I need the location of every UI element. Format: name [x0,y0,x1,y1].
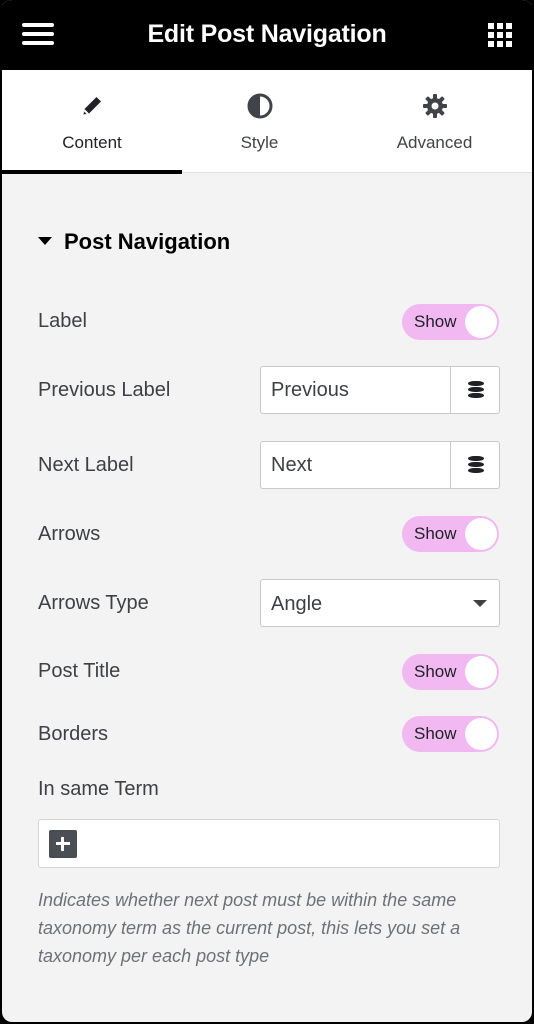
next-label-input[interactable] [261,442,451,488]
toggle-text: Show [414,312,457,331]
tab-content[interactable]: Content [2,70,182,174]
active-tab-indicator [2,170,182,174]
control-label-in-same-term: In same Term [38,778,159,800]
control-label-arrows: Arrows [38,523,101,545]
help-text: Indicates whether next post must be with… [38,890,461,966]
toggle-knob [465,518,497,550]
control-label-arrows-type: Arrows Type [38,592,149,614]
control-label-next-label: Next Label [38,454,134,476]
toggle-knob [465,718,497,750]
tab-style[interactable]: Style [182,70,337,173]
database-icon [468,456,484,474]
post-title-toggle[interactable]: Show [402,654,499,690]
control-label-post-title: Post Title [38,660,121,682]
editor-panel: Edit Post Navigation Content Style Advan… [2,0,532,1022]
toggle-text: Show [414,662,457,681]
in-same-term-selector[interactable] [38,819,500,868]
next-label-field [260,441,500,489]
panel-header: Edit Post Navigation [2,0,532,70]
database-icon [468,381,484,399]
tab-advanced[interactable]: Advanced [347,70,522,173]
tab-advanced-label: Advanced [396,133,473,152]
pencil-icon [83,97,101,115]
tab-content-label: Content [62,133,122,152]
previous-label-field [260,366,500,414]
caret-down-icon [38,237,52,246]
contrast-icon [247,93,272,119]
dynamic-tags-button[interactable] [450,442,499,488]
add-icon[interactable] [49,830,77,858]
borders-toggle[interactable]: Show [402,716,499,752]
control-label-label: Label [38,310,87,332]
toggle-knob [465,306,497,338]
section-title: Post Navigation [64,229,231,254]
label-toggle[interactable]: Show [402,304,499,340]
tab-style-label: Style [240,133,279,152]
app-frame: Edit Post Navigation Content Style Advan… [0,0,534,1024]
control-label-previous-label: Previous Label [38,379,171,401]
gear-icon [422,94,447,118]
panel-title: Edit Post Navigation [147,20,387,48]
toggle-text: Show [414,724,457,743]
toggle-text: Show [414,524,457,543]
section-header-post-navigation[interactable]: Post Navigation [38,229,230,255]
arrows-type-select[interactable]: Angle [260,579,500,627]
tab-bar: Content Style Advanced [2,70,532,174]
chevron-down-icon [473,600,487,607]
grid-icon[interactable] [488,23,512,47]
toggle-knob [465,656,497,688]
control-label-borders: Borders [38,723,109,745]
arrows-toggle[interactable]: Show [402,516,499,552]
arrows-type-value: Angle [271,593,323,615]
dynamic-tags-button[interactable] [450,367,499,413]
previous-label-input[interactable] [261,367,451,413]
